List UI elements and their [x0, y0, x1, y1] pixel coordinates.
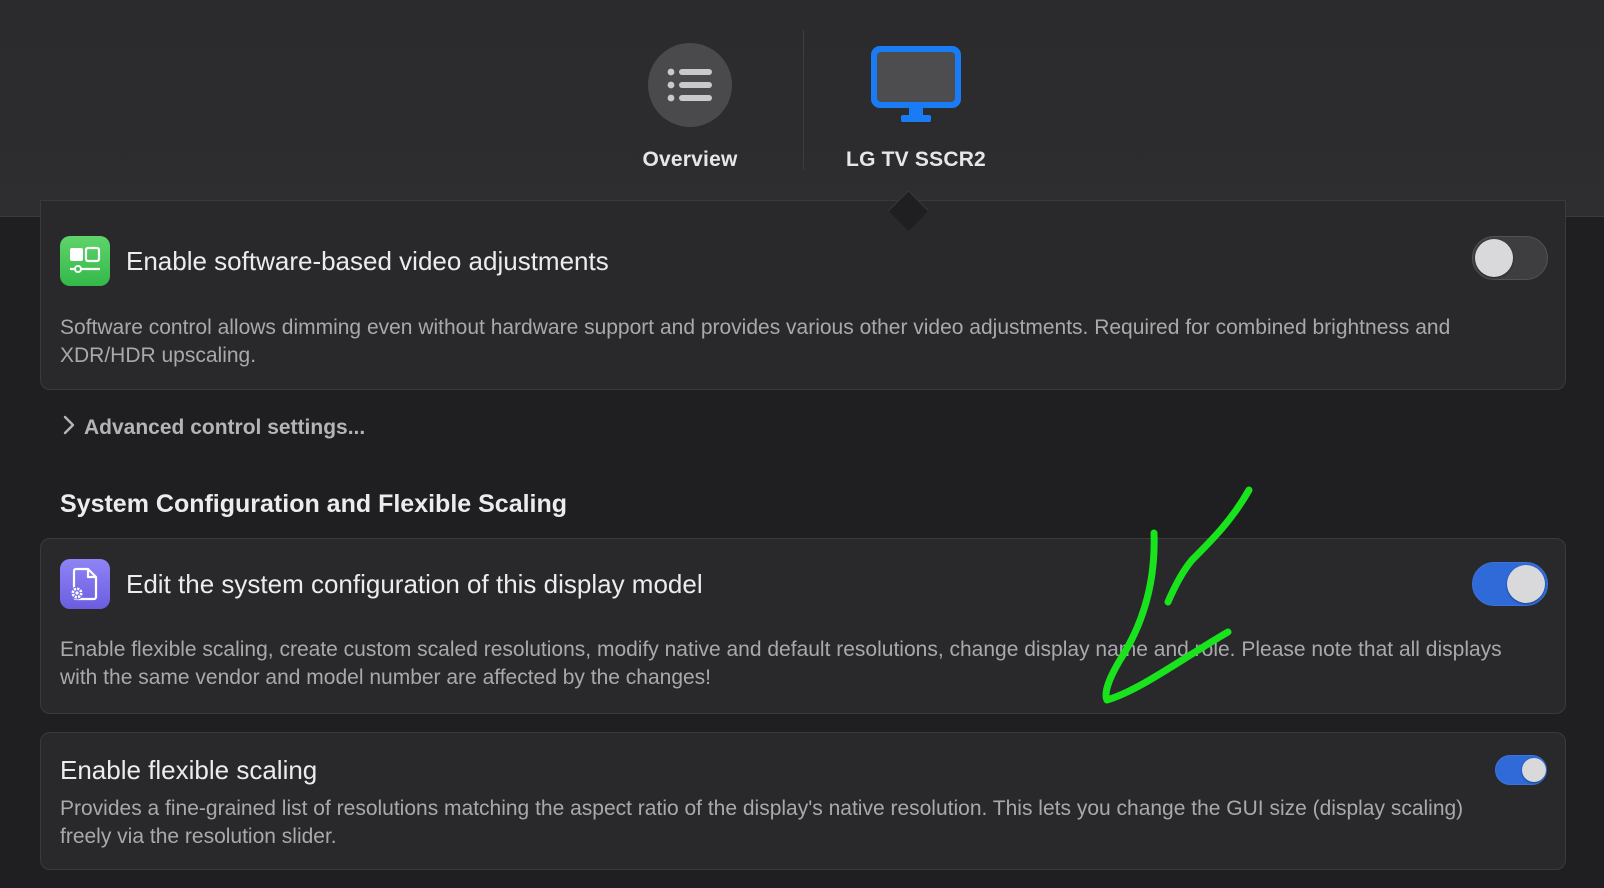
video-adjustments-description: Software control allows dimming even wit…	[60, 316, 1451, 367]
advanced-control-settings-disclosure[interactable]: Advanced control settings...	[62, 414, 365, 441]
video-adjustments-toggle[interactable]	[1472, 236, 1548, 280]
edit-system-config-title: Edit the system configuration of this di…	[126, 569, 703, 599]
tab-divider	[803, 30, 804, 170]
advanced-control-settings-label: Advanced control settings...	[84, 415, 366, 439]
tab-lg-tv-sscr2-label: LG TV SSCR2	[846, 148, 986, 171]
list-icon	[648, 43, 732, 127]
toggle-knob	[1507, 565, 1545, 603]
display-icon	[868, 43, 964, 127]
tab-overview-label: Overview	[642, 148, 738, 171]
tab-overview[interactable]: Overview	[610, 40, 770, 171]
video-adjustments-title: Enable software-based video adjustments	[126, 246, 609, 276]
edit-system-config-description: Enable flexible scaling, create custom s…	[60, 638, 1502, 689]
tab-lg-tv-sscr2[interactable]: LG TV SSCR2	[826, 40, 1006, 171]
section-heading: System Configuration and Flexible Scalin…	[60, 490, 568, 518]
video-adjustments-card: Enable software-based video adjustments …	[40, 200, 1566, 390]
chevron-right-icon	[62, 414, 76, 441]
edit-system-config-card: Edit the system configuration of this di…	[40, 538, 1566, 714]
config-document-icon	[60, 559, 110, 609]
flexible-scaling-card: Enable flexible scaling Provides a fine-…	[40, 732, 1566, 870]
video-adjust-icon	[60, 236, 110, 286]
toolbar: Overview LG TV SSCR2	[0, 0, 1604, 217]
flexible-scaling-description: Provides a fine-grained list of resoluti…	[60, 797, 1464, 848]
edit-system-config-toggle[interactable]	[1472, 562, 1548, 606]
flexible-scaling-title: Enable flexible scaling	[60, 755, 318, 785]
toggle-knob	[1475, 239, 1513, 277]
flexible-scaling-toggle[interactable]	[1495, 755, 1547, 785]
toggle-knob	[1522, 758, 1546, 782]
